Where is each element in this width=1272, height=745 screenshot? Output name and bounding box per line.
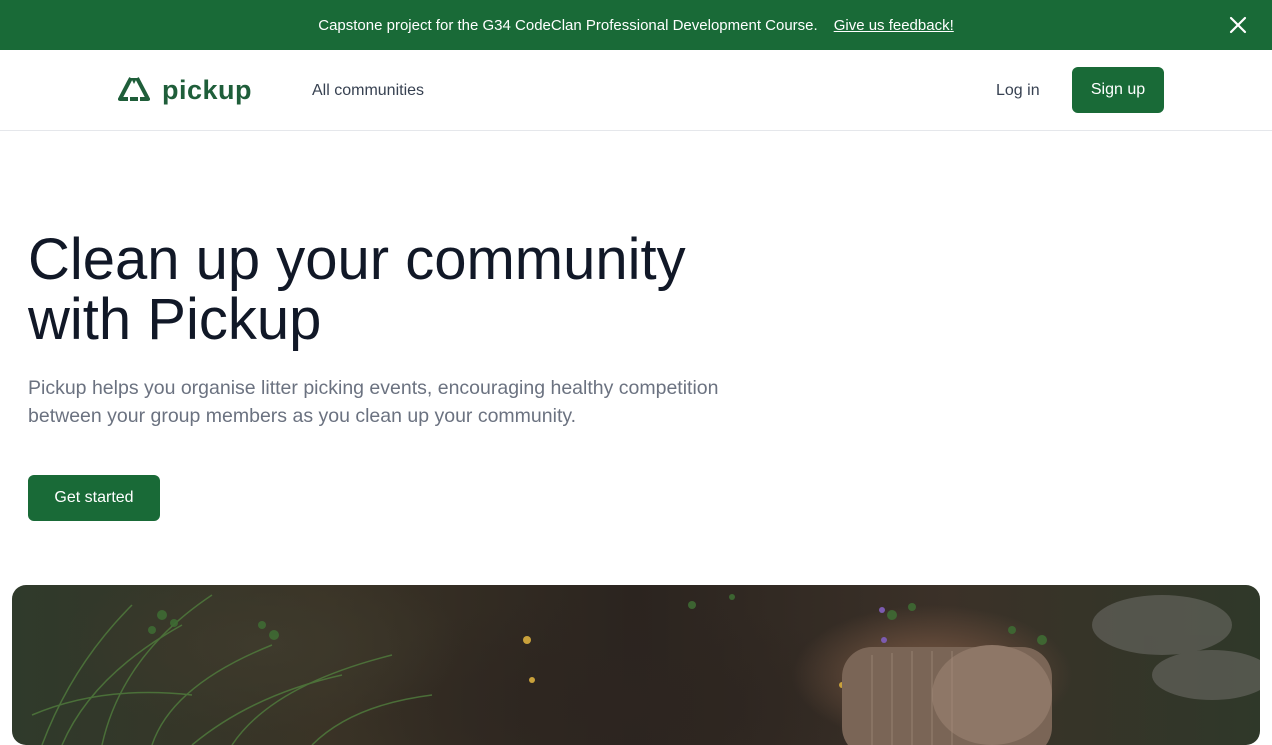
signup-button[interactable]: Sign up xyxy=(1072,67,1164,113)
logo[interactable]: pickup xyxy=(118,74,252,106)
hero-title-line-1: Clean up your community xyxy=(28,227,686,292)
announcement-banner: Capstone project for the G34 CodeClan Pr… xyxy=(0,0,1272,50)
hero-subtitle-line-2: between your group members as you clean … xyxy=(28,405,577,427)
logo-text: pickup xyxy=(162,74,253,105)
nav-all-communities[interactable]: All communities xyxy=(312,82,424,100)
login-link[interactable]: Log in xyxy=(996,82,1040,100)
hero-image xyxy=(12,585,1260,745)
top-navbar: pickup All communities Log in Sign up xyxy=(0,50,1272,131)
recycle-triangle-icon xyxy=(118,77,150,101)
hero-subtitle-line-1: Pickup helps you organise litter picking… xyxy=(28,377,719,399)
hero-title: Clean up your community with Pickup xyxy=(28,230,788,350)
hero-subtitle: Pickup helps you organise litter picking… xyxy=(28,374,768,430)
close-icon[interactable] xyxy=(1226,13,1250,37)
feedback-link[interactable]: Give us feedback! xyxy=(834,17,954,34)
undergrowth-photo xyxy=(31,594,1260,745)
banner-text: Capstone project for the G34 CodeClan Pr… xyxy=(318,16,818,34)
hero-title-line-2: with Pickup xyxy=(28,287,322,352)
get-started-button[interactable]: Get started xyxy=(28,475,160,521)
